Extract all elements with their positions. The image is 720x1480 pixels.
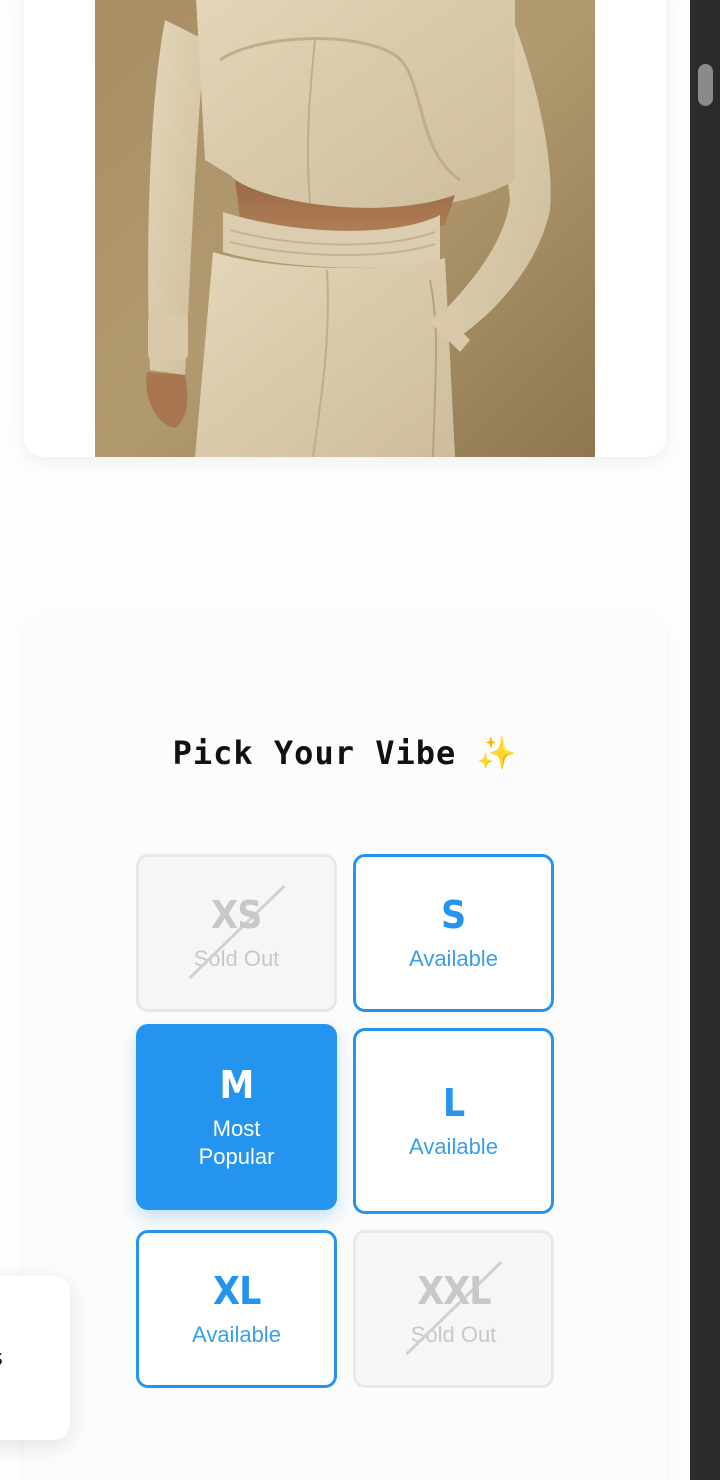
size-option-xxl[interactable]: XXL Sold Out [353,1230,554,1388]
scrollbar-track[interactable] [690,0,720,1480]
size-option-m[interactable]: M Most Popular [136,1024,337,1210]
size-status: Available [409,1134,498,1159]
size-status: Sold Out [410,1322,497,1347]
size-status: Available [192,1322,281,1347]
size-code: XS [211,893,262,937]
size-option-xl[interactable]: XL Available [136,1230,337,1388]
product-image-card [24,0,666,457]
size-picker-title: Pick Your Vibe ✨ [0,734,690,772]
size-status: Sold Out [193,946,280,971]
size-status: Available [409,946,498,971]
toast-notification[interactable]: s! [0,1276,70,1440]
size-status: Most Popular [198,1116,275,1169]
scrollbar-thumb[interactable] [698,64,713,106]
size-code: S [441,893,466,937]
size-code: L [442,1081,465,1125]
page-viewport: Pick Your Vibe ✨ XS Sold Out S Available… [0,0,690,1480]
size-code: XXL [416,1269,491,1313]
sparkles-icon: ✨ [476,734,518,772]
size-code: M [219,1063,255,1107]
size-option-s[interactable]: S Available [353,854,554,1012]
toast-text: s! [0,1346,4,1371]
size-code: XL [212,1269,261,1313]
size-option-xs[interactable]: XS Sold Out [136,854,337,1012]
size-picker-title-text: Pick Your Vibe [172,734,457,772]
size-option-l[interactable]: L Available [353,1028,554,1214]
product-photo [95,0,595,457]
